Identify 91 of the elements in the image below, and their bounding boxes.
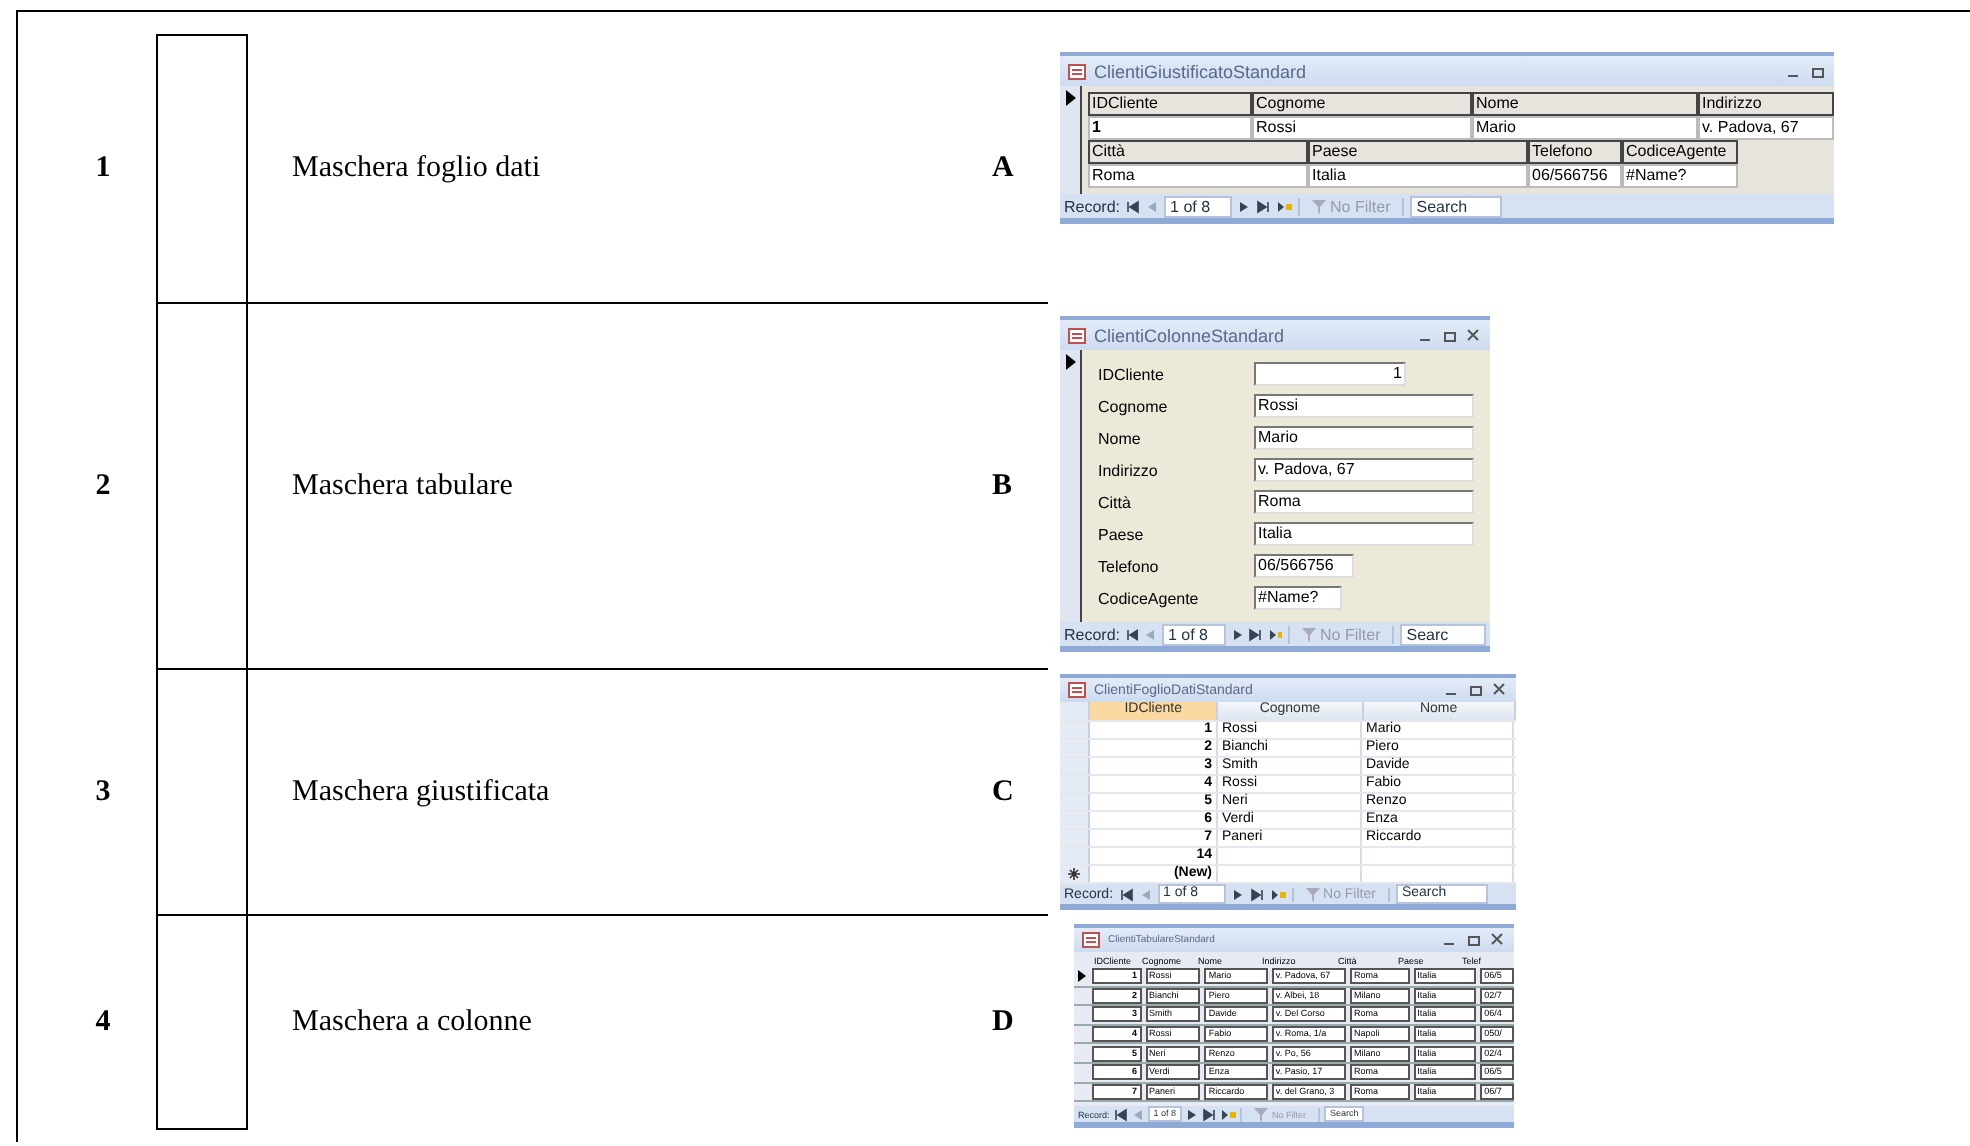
item-label: Maschera foglio dati (248, 34, 992, 304)
first-record-icon[interactable] (1126, 627, 1139, 641)
option-letter: C (992, 670, 1048, 916)
item-label: Maschera tabulare (248, 304, 992, 670)
last-record-icon[interactable] (1202, 1107, 1217, 1122)
form-icon (1082, 932, 1100, 948)
field-label: Telefono (1528, 140, 1622, 164)
field-value[interactable]: Italia (1308, 164, 1528, 188)
close-icon[interactable] (1466, 327, 1482, 343)
new-record-icon[interactable] (1276, 199, 1293, 213)
new-record-icon[interactable] (1060, 866, 1090, 882)
field-value[interactable]: v. Padova, 67 (1698, 116, 1834, 140)
input-field[interactable]: Rossi (1254, 394, 1474, 418)
field-label: Paese (1308, 140, 1528, 164)
form-icon (1068, 327, 1086, 343)
field-label: Nome (1098, 429, 1143, 447)
funnel-icon (1312, 199, 1327, 213)
first-record-icon[interactable] (1113, 1107, 1128, 1122)
field-label: Cognome (1252, 92, 1472, 116)
input-field[interactable]: 06/566756 (1254, 554, 1354, 578)
input-field[interactable]: Mario (1254, 426, 1474, 450)
option-letter: D (992, 1004, 1016, 1042)
record-label: Record: (1064, 625, 1121, 643)
funnel-icon (1302, 627, 1317, 641)
current-record-icon (1077, 970, 1086, 983)
window-title: ClientiColonneStandard (1094, 325, 1285, 345)
last-record-icon[interactable] (1248, 627, 1262, 641)
record-position-field[interactable]: 1 of 8 (1161, 623, 1226, 645)
input-field[interactable]: 1 (1254, 362, 1406, 386)
record-selector[interactable] (1074, 970, 1089, 983)
input-field[interactable]: v. Padova, 67 (1254, 458, 1474, 482)
last-record-icon[interactable] (1249, 887, 1264, 901)
answer-box[interactable] (156, 670, 248, 916)
field-value[interactable]: 1 (1088, 116, 1252, 140)
field-label: Cognome (1098, 397, 1170, 415)
field-value[interactable]: Mario (1472, 116, 1698, 140)
first-record-icon[interactable] (1126, 199, 1141, 213)
maximize-icon[interactable] (1810, 63, 1826, 79)
next-record-icon[interactable] (1231, 887, 1244, 901)
form-icon (1068, 63, 1086, 79)
field-label: Paese (1098, 525, 1146, 543)
item-label: Maschera giustificata (248, 670, 992, 916)
maximize-icon[interactable] (1466, 932, 1482, 948)
option-letter: A (992, 34, 1048, 304)
input-field[interactable]: #Name? (1254, 586, 1342, 610)
field-label: CodiceAgente (1098, 589, 1201, 607)
input-field[interactable]: Italia (1254, 522, 1474, 546)
item-label: Maschera a colonne (290, 1004, 534, 1042)
answer-box[interactable] (156, 916, 248, 1130)
field-label: Indirizzo (1698, 92, 1834, 116)
answer-box[interactable] (156, 304, 248, 670)
new-record-icon[interactable] (1267, 627, 1283, 641)
record-position-field[interactable]: 1 of 8 (1164, 195, 1233, 217)
next-record-icon[interactable] (1231, 627, 1243, 641)
current-record-icon (1065, 354, 1075, 370)
close-icon[interactable] (1492, 682, 1508, 698)
field-label: Indirizzo (1098, 461, 1160, 479)
field-label: IDCliente (1098, 365, 1166, 383)
field-label: IDCliente (1088, 92, 1252, 116)
window-title: ClientiGiustificatoStandard (1094, 61, 1307, 81)
last-record-icon[interactable] (1256, 199, 1271, 213)
field-value[interactable]: 06/566756 (1528, 164, 1622, 188)
item-number: 1 (93, 152, 113, 186)
field-value[interactable]: Rossi (1252, 116, 1472, 140)
first-record-icon[interactable] (1119, 887, 1134, 901)
field-label: Città (1088, 140, 1308, 164)
next-record-icon[interactable] (1238, 199, 1251, 213)
field-value[interactable]: Roma (1088, 164, 1308, 188)
field-label: Città (1098, 493, 1133, 511)
option-letter: B (992, 304, 1048, 670)
current-record-icon (1065, 90, 1075, 106)
search-field[interactable]: Searc (1400, 623, 1487, 645)
record-label: Record: (1064, 197, 1121, 215)
maximize-icon[interactable] (1442, 327, 1458, 343)
item-number: 2 (93, 470, 113, 504)
input-field[interactable]: Roma (1254, 490, 1474, 514)
field-label: Nome (1472, 92, 1698, 116)
field-label: CodiceAgente (1622, 140, 1738, 164)
record-selector[interactable] (1060, 86, 1082, 194)
form-icon (1068, 682, 1086, 698)
new-record-icon[interactable] (1220, 1107, 1237, 1122)
search-field[interactable]: Search (1410, 195, 1503, 217)
maximize-icon[interactable] (1468, 682, 1484, 698)
answer-box[interactable] (156, 34, 248, 304)
field-label: Telefono (1098, 557, 1161, 575)
close-icon[interactable] (1490, 932, 1506, 948)
record-selector[interactable] (1060, 350, 1082, 622)
item-number: 4 (93, 1006, 113, 1040)
field-value[interactable]: #Name? (1622, 164, 1738, 188)
item-number: 3 (93, 776, 113, 810)
new-record-icon[interactable] (1269, 887, 1286, 901)
